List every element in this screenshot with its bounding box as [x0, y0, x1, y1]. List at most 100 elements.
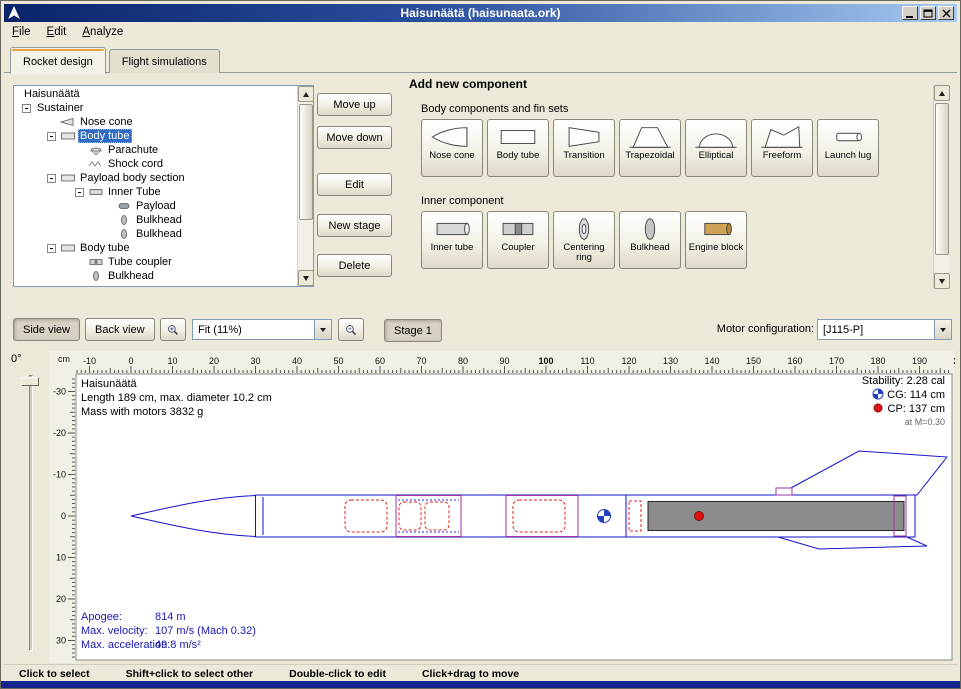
component-button-freeform[interactable]: Freeform	[751, 119, 813, 177]
tree-expander[interactable]	[75, 188, 84, 197]
svg-text:10: 10	[167, 356, 177, 366]
zoom-out-button[interactable]	[338, 318, 364, 341]
menu-analyze[interactable]: Analyze	[74, 24, 131, 40]
tree-item-shock-cord[interactable]: Shock cord	[14, 157, 296, 171]
rocket-name: Haisunäätä	[81, 378, 138, 390]
mach-condition: at M=0.30	[905, 417, 945, 427]
svg-text:190: 190	[912, 356, 927, 366]
menu-edit[interactable]: Edit	[39, 24, 75, 40]
freeform-fin-icon	[758, 123, 806, 151]
component-button-body-tube[interactable]: Body tube	[487, 119, 549, 177]
tab-flight-simulations[interactable]: Flight simulations	[109, 49, 220, 73]
new-stage-button[interactable]: New stage	[317, 214, 392, 237]
scrollbar-thumb[interactable]	[935, 103, 949, 255]
tree-scrollbar[interactable]	[297, 86, 313, 286]
move-down-button[interactable]: Move down	[317, 126, 392, 149]
tree-expander[interactable]	[47, 132, 56, 141]
component-button-bulkhead[interactable]: Bulkhead	[619, 211, 681, 269]
tree-item-payload[interactable]: Payload	[14, 199, 296, 213]
component-button-engine-block[interactable]: Engine block	[685, 211, 747, 269]
svg-text:50: 50	[333, 356, 343, 366]
tree-item-parachute[interactable]: Parachute	[14, 143, 296, 157]
tree-item-rocket[interactable]: Haisunäätä	[14, 87, 296, 101]
tree-expander[interactable]	[47, 174, 56, 183]
velocity-value: 107 m/s (Mach 0.32)	[155, 625, 256, 637]
component-tree: Haisunäätä Sustainer Nose cone Body tube…	[13, 85, 314, 287]
zoom-in-button[interactable]	[160, 318, 186, 341]
transition-icon	[560, 123, 608, 151]
motor-configuration-select[interactable]: [J115-P]	[817, 319, 952, 340]
magnifier-minus-icon	[345, 322, 357, 338]
tree-expander[interactable]	[47, 244, 56, 253]
menu-file[interactable]: File	[4, 24, 39, 40]
tube-coupler-tree-icon	[88, 256, 104, 268]
tree-item-bulkhead[interactable]: Bulkhead	[14, 213, 296, 227]
tree-item-nose-cone[interactable]: Nose cone	[14, 115, 296, 129]
body-tube-tree-icon	[60, 172, 76, 184]
tab-bar: Rocket design Flight simulations	[4, 45, 957, 73]
side-view-button[interactable]: Side view	[13, 318, 80, 341]
component-button-centering-ring[interactable]: Centering ring	[553, 211, 615, 269]
scroll-up-button[interactable]	[934, 85, 950, 101]
rotation-slider-thumb[interactable]	[21, 377, 39, 386]
launch-lug-shape[interactable]	[776, 488, 792, 495]
parachute-tree-icon	[88, 144, 104, 156]
tree-expander[interactable]	[22, 104, 31, 113]
move-up-button[interactable]: Move up	[317, 93, 392, 116]
tree-item-bulkhead[interactable]: Bulkhead	[14, 227, 296, 241]
tree-item-payload-section[interactable]: Payload body section	[14, 171, 296, 185]
component-button-trapezoidal[interactable]: Trapezoidal	[619, 119, 681, 177]
close-button[interactable]	[938, 6, 954, 20]
scroll-down-button[interactable]	[934, 273, 950, 289]
component-button-coupler[interactable]: Coupler	[487, 211, 549, 269]
dropdown-arrow-icon[interactable]	[314, 320, 331, 339]
maximize-button[interactable]	[920, 6, 936, 20]
svg-text:150: 150	[746, 356, 761, 366]
motor-shape[interactable]	[648, 502, 904, 531]
component-panel-scrollbar[interactable]	[933, 85, 949, 289]
cg-value: CG: 114 cm	[887, 389, 945, 401]
tree-item-body-tube-2[interactable]: Body tube	[14, 241, 296, 255]
component-button-elliptical[interactable]: Elliptical	[685, 119, 747, 177]
body-tube-tree-icon	[60, 242, 76, 254]
delete-button[interactable]: Delete	[317, 254, 392, 277]
bulkhead-tree-icon	[116, 228, 132, 240]
svg-text:170: 170	[829, 356, 844, 366]
scroll-up-button[interactable]	[298, 86, 314, 102]
back-view-button[interactable]: Back view	[85, 318, 155, 341]
tree-item-bulkhead[interactable]: Bulkhead	[14, 269, 296, 283]
tree-item-body-tube[interactable]: Body tube	[14, 129, 296, 143]
rocket-canvas[interactable]: cm -100102030405060708090100110120130140…	[49, 351, 955, 663]
zoom-select[interactable]: Fit (11%)	[192, 319, 332, 340]
rotation-slider-track[interactable]	[29, 375, 33, 651]
edit-button[interactable]: Edit	[317, 173, 392, 196]
tree-item-tube-coupler[interactable]: Tube coupler	[14, 255, 296, 269]
svg-text:20: 20	[56, 594, 66, 604]
svg-text:80: 80	[458, 356, 468, 366]
view-toolbar: Side view Back view Fit (11%) Stage 1 Mo…	[4, 311, 957, 349]
scrollbar-thumb[interactable]	[299, 104, 313, 220]
component-button-transition[interactable]: Transition	[553, 119, 615, 177]
stage-1-toggle[interactable]: Stage 1	[384, 319, 442, 342]
cp-value: CP: 137 cm	[888, 403, 945, 415]
tree-item-inner-tube[interactable]: Inner Tube	[14, 185, 296, 199]
component-button-nose-cone[interactable]: Nose cone	[421, 119, 483, 177]
scroll-down-button[interactable]	[298, 270, 314, 286]
inner-component-label: Inner component	[421, 195, 504, 207]
component-button-launch-lug[interactable]: Launch lug	[817, 119, 879, 177]
tab-rocket-design[interactable]: Rocket design	[10, 47, 106, 74]
motor-configuration-label: Motor configuration:	[692, 323, 814, 335]
elliptical-fin-icon	[692, 123, 740, 151]
ruler-unit-label: cm	[58, 354, 70, 364]
centering-ring-icon	[560, 215, 608, 243]
inner-component-buttons: Inner tube Coupler Centering ring Bulkhe…	[421, 211, 747, 269]
dropdown-arrow-icon[interactable]	[934, 320, 951, 339]
minimize-button[interactable]	[902, 6, 918, 20]
svg-text:40: 40	[292, 356, 302, 366]
component-button-inner-tube[interactable]: Inner tube	[421, 211, 483, 269]
trapezoidal-fin-icon	[626, 123, 674, 151]
svg-text:30: 30	[250, 356, 260, 366]
add-component-title: Add new component	[409, 77, 527, 91]
tree-item-stage[interactable]: Sustainer	[14, 101, 296, 115]
svg-text:60: 60	[375, 356, 385, 366]
